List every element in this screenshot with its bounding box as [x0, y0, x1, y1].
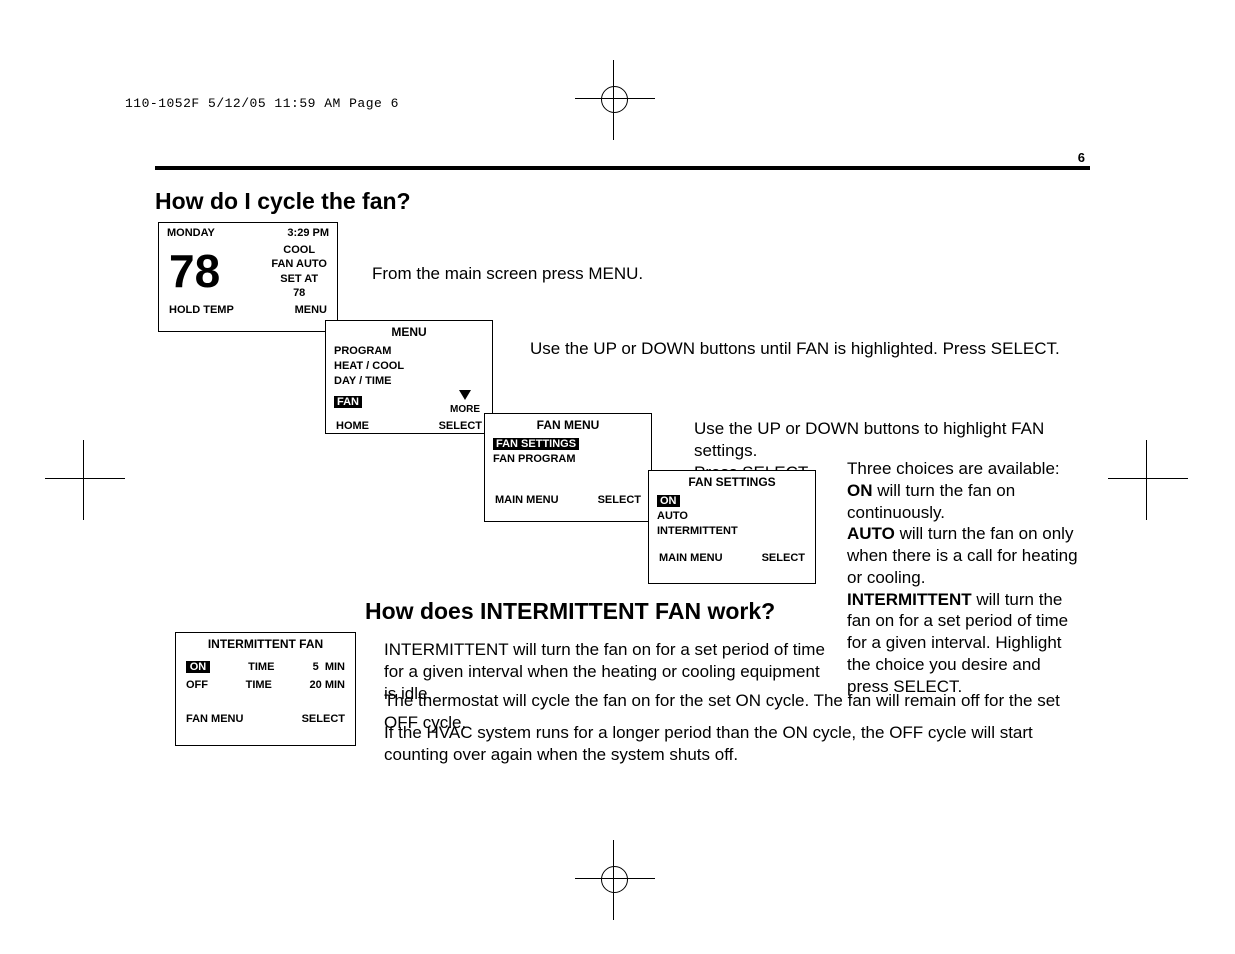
int-off-time-label: TIME: [246, 679, 272, 691]
day-label: MONDAY: [167, 227, 215, 239]
fan-settings-title: FAN SETTINGS: [649, 471, 815, 493]
setpoint: 78: [271, 286, 327, 300]
main-menu-button[interactable]: MAIN MENU: [659, 552, 723, 564]
register-mark-right: [1128, 460, 1168, 500]
menu-title: MENU: [326, 321, 492, 343]
menu-item-fan[interactable]: FAN: [334, 396, 362, 408]
fan-mode-label: FAN AUTO: [271, 257, 327, 271]
fanmenu-item-program[interactable]: FAN PROGRAM: [485, 451, 651, 466]
menu-item-daytime[interactable]: DAY / TIME: [326, 373, 492, 388]
register-mark-left: [65, 460, 105, 500]
select-button[interactable]: SELECT: [598, 494, 641, 506]
time-label: 3:29 PM: [287, 227, 329, 239]
register-mark-top: [595, 80, 635, 120]
mode-label: COOL: [271, 243, 327, 257]
fan-menu-title: FAN MENU: [485, 414, 651, 436]
para-3: If the HVAC system runs for a longer per…: [384, 722, 1084, 766]
int-on-value: 5: [313, 661, 319, 673]
screen-main: MONDAY 3:29 PM 78 COOL FAN AUTO SET AT 7…: [158, 222, 338, 332]
int-on-time-label: TIME: [248, 661, 274, 673]
top-rule: [155, 166, 1090, 170]
instruction-1: From the main screen press MENU.: [372, 263, 772, 285]
int-off-label[interactable]: OFF: [186, 679, 208, 691]
home-button[interactable]: HOME: [336, 420, 369, 432]
fan-menu-button[interactable]: FAN MENU: [186, 713, 243, 725]
menu-item-heatcool[interactable]: HEAT / COOL: [326, 358, 492, 373]
instruction-2: Use the UP or DOWN buttons until FAN is …: [530, 338, 1090, 360]
current-temp: 78: [169, 251, 220, 292]
main-menu-button[interactable]: MAIN MENU: [495, 494, 559, 506]
menu-button[interactable]: MENU: [295, 304, 327, 316]
fan-settings-explain: Three choices are available: ON will tur…: [847, 458, 1087, 697]
heading-cycle-fan: How do I cycle the fan?: [155, 188, 411, 215]
select-button[interactable]: SELECT: [439, 420, 482, 432]
fansetting-intermittent[interactable]: INTERMITTENT: [649, 523, 815, 538]
heading-intermittent: How does INTERMITTENT FAN work?: [365, 598, 775, 625]
select-button[interactable]: SELECT: [302, 713, 345, 725]
fanmenu-item-settings[interactable]: FAN SETTINGS: [493, 438, 579, 450]
setat-label: SET AT: [271, 272, 327, 286]
intermittent-title: INTERMITTENT FAN: [176, 633, 355, 655]
page-number: 6: [1078, 150, 1085, 165]
hold-temp-button[interactable]: HOLD TEMP: [169, 304, 234, 316]
int-off-value: 20: [310, 679, 322, 691]
down-arrow-icon[interactable]: [459, 390, 471, 400]
register-mark-bottom: [595, 860, 635, 900]
print-header: 110-1052F 5/12/05 11:59 AM Page 6: [125, 96, 399, 111]
screen-fan-menu: FAN MENU FAN SETTINGS FAN PROGRAM MAIN M…: [484, 413, 652, 522]
screen-menu: MENU PROGRAM HEAT / COOL DAY / TIME FAN …: [325, 320, 493, 434]
more-label[interactable]: MORE: [450, 404, 480, 415]
fansetting-on[interactable]: ON: [657, 495, 680, 507]
select-button[interactable]: SELECT: [762, 552, 805, 564]
menu-item-program[interactable]: PROGRAM: [326, 343, 492, 358]
int-on-label[interactable]: ON: [186, 661, 210, 673]
screen-intermittent-fan: INTERMITTENT FAN ON TIME 5 MIN OFF TIME …: [175, 632, 356, 746]
fansetting-auto[interactable]: AUTO: [649, 508, 815, 523]
screen-fan-settings: FAN SETTINGS ON AUTO INTERMITTENT MAIN M…: [648, 470, 816, 584]
